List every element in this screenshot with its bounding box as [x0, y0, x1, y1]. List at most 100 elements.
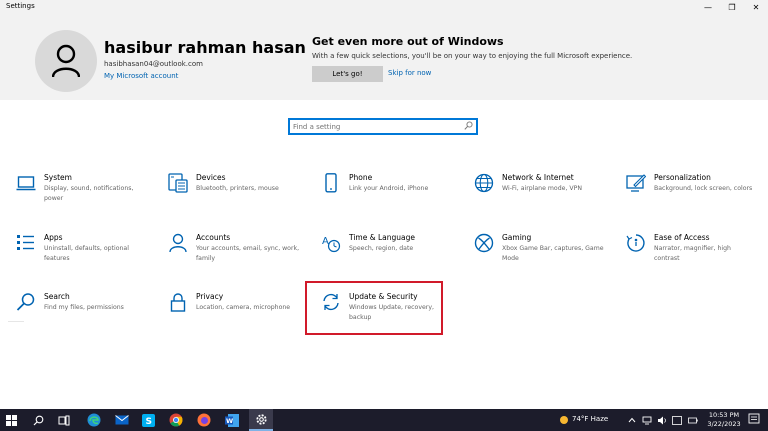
promo-title: Get even more out of Windows — [312, 35, 504, 48]
tile-description: Find my files, permissions — [44, 304, 124, 311]
tile-description: Display, sound, notifications, power — [44, 185, 134, 202]
network-icon[interactable] — [642, 416, 652, 425]
phone-icon — [325, 173, 337, 193]
time-language-icon: A — [322, 236, 341, 253]
taskbar-search-button[interactable] — [27, 409, 49, 431]
promo-text: With a few quick selections, you'll be o… — [312, 52, 633, 60]
svg-text:S: S — [145, 417, 151, 427]
weather-icon — [560, 416, 568, 424]
tile-name: Network & Internet — [502, 173, 574, 182]
tile-devices[interactable]: Devices Bluetooth, printers, mouse — [168, 173, 298, 223]
tile-ease-of-access[interactable]: Ease of Access Narrator, magnifier, high… — [626, 233, 756, 283]
tile-name: Apps — [44, 233, 63, 242]
tile-phone[interactable]: Phone Link your Android, iPhone — [321, 173, 451, 223]
notification-icon[interactable] — [748, 413, 760, 426]
settings-gear-icon — [256, 414, 267, 425]
word-icon: W — [225, 413, 239, 427]
clock-time[interactable]: 10:53 PM — [706, 411, 742, 419]
tile-description: Link your Android, iPhone — [349, 185, 429, 192]
window-title: Settings — [6, 2, 35, 10]
title-bar: Settings — ❐ ✕ — [0, 0, 768, 14]
skype-button[interactable]: S — [137, 409, 159, 431]
person-icon — [52, 44, 80, 78]
apps-list-icon — [17, 235, 34, 250]
mail-icon — [115, 415, 129, 425]
battery-icon[interactable] — [688, 416, 698, 425]
tile-search[interactable]: Search Find my files, permissions — [16, 292, 146, 342]
ease-of-access-icon — [626, 234, 645, 252]
user-email: hasibhasan04@outlook.com — [104, 60, 203, 68]
tile-time-language[interactable]: A Time & Language Speech, region, date — [321, 233, 451, 283]
tile-name: Search — [44, 292, 70, 301]
avatar[interactable] — [35, 30, 97, 92]
firefox-icon — [197, 413, 211, 427]
tile-description: Location, camera, microphone — [196, 304, 291, 311]
lock-icon — [170, 293, 186, 312]
firefox-button[interactable] — [193, 409, 215, 431]
tile-description: Wi-Fi, airplane mode, VPN — [502, 185, 582, 192]
chevron-up-icon[interactable] — [628, 417, 636, 423]
tile-description: Xbox Game Bar, captures, Game Mode — [502, 245, 604, 262]
task-view-icon — [58, 415, 70, 425]
settings-taskbar-button[interactable] — [249, 409, 273, 431]
my-microsoft-account-link[interactable]: My Microsoft account — [104, 72, 178, 80]
settings-window: Settings — ❐ ✕ hasibur rahman hasan hasi… — [0, 0, 768, 431]
tile-network-internet[interactable]: Network & Internet Wi-Fi, airplane mode,… — [474, 173, 604, 223]
tile-personalization[interactable]: Personalization Background, lock screen,… — [626, 173, 756, 223]
edge-button[interactable] — [83, 409, 105, 431]
edge-icon — [87, 413, 101, 427]
clock-date[interactable]: 3/22/2023 — [706, 420, 742, 428]
close-button[interactable]: ✕ — [744, 0, 768, 14]
tile-name: Ease of Access — [654, 233, 710, 242]
task-view-button[interactable] — [53, 409, 75, 431]
volume-icon[interactable] — [657, 416, 667, 425]
tile-name: Phone — [349, 173, 373, 182]
paint-icon — [626, 174, 646, 192]
search-box[interactable] — [288, 118, 478, 135]
chrome-button[interactable] — [165, 409, 187, 431]
tile-accounts[interactable]: Accounts Your accounts, email, sync, wor… — [168, 233, 300, 283]
weather-text[interactable]: 74°F Haze — [572, 415, 608, 423]
tile-gaming[interactable]: Gaming Xbox Game Bar, captures, Game Mod… — [474, 233, 604, 283]
tile-apps[interactable]: Apps Uninstall, defaults, optional featu… — [16, 233, 146, 283]
tile-name: Gaming — [502, 233, 532, 242]
maximize-button[interactable]: ❐ — [720, 0, 744, 14]
tile-name: Accounts — [196, 233, 231, 242]
minimize-button[interactable]: — — [696, 0, 720, 14]
tile-description: Narrator, magnifier, high contrast — [654, 245, 731, 262]
highlight-box — [305, 281, 443, 335]
skype-icon: S — [141, 413, 155, 427]
taskbar: S W 74°F Haze 10:53 PM 3/22/2023 — [0, 409, 768, 431]
divider — [8, 321, 24, 331]
tile-privacy[interactable]: Privacy Location, camera, microphone — [168, 292, 298, 342]
search-icon — [16, 293, 35, 311]
search-icon[interactable] — [464, 121, 473, 131]
search-icon — [33, 415, 43, 425]
tile-description: Bluetooth, printers, mouse — [196, 185, 279, 192]
account-header: hasibur rahman hasan hasibhasan04@outloo… — [0, 14, 768, 100]
laptop-icon — [16, 176, 36, 191]
tile-name: Time & Language — [349, 233, 415, 242]
person-icon — [169, 233, 187, 253]
tile-description: Background, lock screen, colors — [654, 185, 753, 192]
user-name: hasibur rahman hasan — [104, 38, 306, 57]
language-icon[interactable] — [672, 416, 682, 425]
skip-for-now-link[interactable]: Skip for now — [388, 69, 431, 77]
start-button[interactable] — [0, 409, 22, 431]
tile-description: Uninstall, defaults, optional features — [44, 245, 129, 262]
tile-description: Speech, region, date — [349, 245, 414, 252]
search-input[interactable] — [293, 121, 461, 132]
start-icon — [5, 414, 17, 426]
tile-name: Devices — [196, 173, 226, 182]
xbox-icon — [474, 233, 494, 253]
tile-description: Your accounts, email, sync, work, family — [196, 245, 300, 262]
tile-name: Privacy — [196, 292, 224, 301]
chrome-icon — [169, 413, 183, 427]
lets-go-button[interactable]: Let's go! — [312, 66, 383, 82]
tile-system[interactable]: System Display, sound, notifications, po… — [16, 173, 146, 223]
svg-text:W: W — [226, 417, 233, 425]
mail-button[interactable] — [111, 409, 133, 431]
globe-icon — [474, 173, 494, 193]
tile-name: Personalization — [654, 173, 711, 182]
word-button[interactable]: W — [221, 409, 243, 431]
